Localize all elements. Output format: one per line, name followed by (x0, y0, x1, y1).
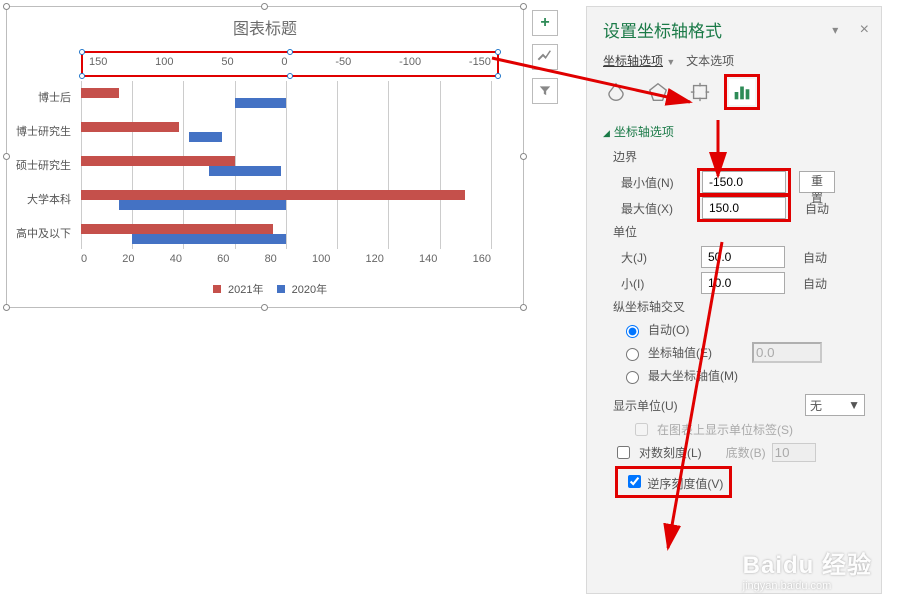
display-units-select[interactable]: 无 ▼ (805, 394, 865, 416)
bar-2020[interactable] (132, 234, 286, 244)
category-label: 大学本科 (0, 191, 71, 207)
major-label: 大(J) (621, 249, 689, 266)
auto-label: 自动 (797, 275, 833, 292)
category-label: 硕士研究生 (0, 157, 71, 173)
legend[interactable]: 2021年 2020年 (7, 281, 523, 297)
x-tick: 120 (366, 253, 384, 265)
legend-swatch-2021 (213, 285, 221, 293)
plot-area[interactable]: 博士后 博士研究生 硕士研究生 大学本科 高中及以下 (81, 81, 491, 249)
log-scale-label: 对数刻度(L) (639, 444, 702, 461)
bar-2021[interactable] (81, 156, 235, 166)
x-tick: 60 (217, 253, 229, 265)
cross-max-radio[interactable] (626, 371, 639, 384)
sec-tick: 100 (155, 56, 173, 68)
legend-label: 2021年 (228, 284, 263, 296)
sec-tick: -100 (399, 56, 421, 68)
tab-axis-options[interactable]: 坐标轴选项 (603, 54, 663, 68)
category-label: 高中及以下 (0, 225, 71, 241)
secondary-axis-ticks: 150 100 50 0 -50 -100 -150 (83, 56, 497, 68)
cross-auto-label: 自动(O) (648, 321, 689, 338)
bar-2021[interactable] (81, 224, 273, 234)
chart-filter-button[interactable] (532, 78, 558, 104)
show-units-label: 在图表上显示单位标签(S) (657, 421, 793, 438)
close-icon[interactable]: × (860, 21, 869, 38)
x-tick: 80 (265, 253, 277, 265)
x-tick: 40 (170, 253, 182, 265)
min-label: 最小值(N) (621, 174, 689, 191)
sec-tick: -50 (335, 56, 351, 68)
cross-value-label: 坐标轴值(E) (648, 344, 712, 361)
effects-icon[interactable] (645, 79, 671, 105)
legend-swatch-2020 (277, 285, 285, 293)
minor-input[interactable] (701, 272, 785, 294)
show-units-checkbox (635, 423, 648, 436)
chart-object[interactable]: 图表标题 150 100 50 0 -50 -100 -150 博士后 (6, 6, 524, 308)
reverse-order-checkbox[interactable] (628, 475, 641, 488)
x-tick: 100 (312, 253, 330, 265)
sec-tick: 0 (281, 56, 287, 68)
units-label: 单位 (613, 223, 865, 240)
max-input[interactable] (702, 197, 786, 219)
sec-tick: 150 (89, 56, 107, 68)
crosses-label: 纵坐标轴交叉 (613, 298, 865, 315)
display-units-label: 显示单位(U) (613, 397, 703, 414)
auto-label: 自动 (799, 200, 835, 217)
log-scale-checkbox[interactable] (617, 446, 630, 459)
legend-label: 2020年 (292, 284, 327, 296)
secondary-axis[interactable]: 150 100 50 0 -50 -100 -150 (81, 51, 499, 77)
bounds-label: 边界 (613, 148, 865, 165)
log-base-input (772, 443, 816, 462)
brush-icon (537, 49, 553, 65)
x-tick: 0 (81, 253, 87, 265)
reset-button[interactable]: 重置 (799, 171, 835, 193)
sec-tick: 50 (221, 56, 233, 68)
minor-label: 小(I) (621, 275, 689, 292)
bar-2021[interactable] (81, 122, 179, 132)
display-units-value: 无 (810, 397, 822, 414)
bar-2020[interactable] (209, 166, 281, 176)
max-label: 最大值(X) (621, 200, 689, 217)
auto-label: 自动 (797, 249, 833, 266)
cross-max-label: 最大坐标轴值(M) (648, 367, 738, 384)
funnel-icon (538, 84, 552, 98)
bar-2020[interactable] (189, 132, 222, 142)
chart-title[interactable]: 图表标题 (7, 15, 523, 39)
primary-axis-ticks: 0 20 40 60 80 100 120 140 160 (81, 253, 491, 265)
cross-value-input (752, 342, 822, 363)
min-input[interactable] (702, 171, 786, 193)
bar-2021[interactable] (81, 88, 119, 98)
chevron-down-icon: ▼ (848, 398, 860, 412)
x-tick: 20 (122, 253, 134, 265)
chart-styles-button[interactable] (532, 44, 558, 70)
panel-menu-dropdown[interactable]: ▾ (832, 23, 838, 37)
cross-value-radio[interactable] (626, 348, 639, 361)
reverse-order-label: 逆序刻度值(V) (647, 477, 723, 491)
sec-tick: -150 (469, 56, 491, 68)
chart-elements-button[interactable]: + (532, 10, 558, 36)
fill-line-icon[interactable] (603, 79, 629, 105)
x-tick: 140 (419, 253, 437, 265)
size-properties-icon[interactable] (687, 79, 713, 105)
section-axis-options[interactable]: 坐标轴选项 (603, 123, 865, 140)
tab-text-options[interactable]: 文本选项 (686, 54, 734, 68)
axis-options-icon[interactable] (729, 79, 755, 105)
major-input[interactable] (701, 246, 785, 268)
cross-auto-radio[interactable] (626, 325, 639, 338)
bar-2020[interactable] (235, 98, 286, 108)
bar-2020[interactable] (119, 200, 286, 210)
category-label: 博士研究生 (0, 123, 71, 139)
format-axis-panel: 设置坐标轴格式 ▾ × 坐标轴选项 ▼ 文本选项 坐标轴选项 边界 最小值(N (586, 6, 882, 594)
log-base-label: 底数(B) (726, 444, 766, 461)
bar-2021[interactable] (81, 190, 465, 200)
x-tick: 160 (473, 253, 491, 265)
category-label: 博士后 (0, 89, 71, 105)
panel-title: 设置坐标轴格式 (603, 17, 722, 42)
